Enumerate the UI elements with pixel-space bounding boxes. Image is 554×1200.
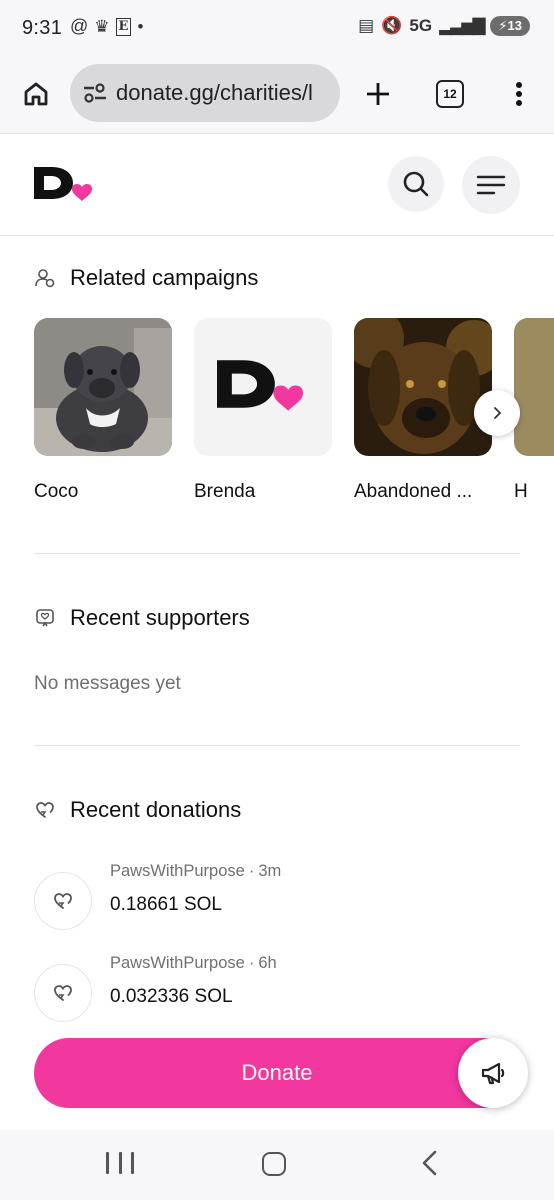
system-nav-bar xyxy=(0,1130,554,1200)
donate-gg-logo-icon xyxy=(34,167,92,201)
related-campaigns-title: Related campaigns xyxy=(70,265,259,290)
search-button[interactable] xyxy=(388,156,444,212)
donation-amount: 0.18661 SOL xyxy=(110,894,222,915)
campaign-thumb-abandoned xyxy=(354,318,492,456)
campaign-label: Brenda xyxy=(194,481,256,502)
search-icon xyxy=(403,171,429,197)
campaign-thumb-brenda xyxy=(194,318,332,456)
recent-supporters-title: Recent supporters xyxy=(70,605,250,630)
tab-switcher-button[interactable]: 12 xyxy=(436,80,464,108)
donation-avatar xyxy=(34,872,92,930)
donate-button[interactable]: Donate xyxy=(34,1038,520,1108)
network-label: 5G xyxy=(409,16,433,35)
divider xyxy=(34,745,520,746)
donor-info: PawsWithPurpose · 3m xyxy=(110,862,282,880)
campaign-card-coco[interactable]: Coco xyxy=(34,318,172,502)
home-icon xyxy=(24,82,48,106)
campaign-card-abandoned[interactable]: Abandoned ... xyxy=(354,318,492,502)
site-logo[interactable] xyxy=(34,167,96,208)
donation-avatar xyxy=(34,964,92,1022)
megaphone-icon xyxy=(481,1062,505,1085)
more-notifications-dot: • xyxy=(137,16,144,36)
battery-indicator: ⚡13 xyxy=(490,16,530,36)
campaign-label: Abandoned ... xyxy=(354,481,473,502)
site-settings-icon[interactable] xyxy=(82,82,108,104)
mute-icon: 🔇 xyxy=(381,16,403,35)
back-chevron-icon xyxy=(422,1150,437,1176)
more-vert-icon xyxy=(516,82,522,106)
menu-button[interactable] xyxy=(462,156,520,214)
donation-amount: 0.032336 SOL xyxy=(110,986,233,1007)
carousel-next-button[interactable] xyxy=(474,390,520,436)
recent-supporters-heading: Recent supporters xyxy=(34,605,250,631)
users-icon xyxy=(34,267,56,289)
signal-icon: ▂▃▅▇ xyxy=(439,16,485,35)
browser-toolbar: donate.gg/charities/l 12 xyxy=(0,58,554,134)
browser-menu-button[interactable] xyxy=(504,74,534,114)
system-icons: ▤ 🔇 5G ▂▃▅▇ ⚡13 xyxy=(358,16,530,36)
sleep-icon: ▤ xyxy=(358,16,375,35)
donation-row: PawsWithPurpose · 6h 0.032336 SOL xyxy=(34,954,520,1022)
status-time: 9:31 xyxy=(22,17,63,39)
site-header xyxy=(0,135,554,236)
campaign-card-partial[interactable]: H xyxy=(514,318,554,502)
campaign-label: Coco xyxy=(34,481,79,502)
app-icon: ♛ xyxy=(94,16,110,36)
dog-photo xyxy=(354,318,492,456)
status-bar: 9:31 @ ♛ E • ▤ 🔇 5G ▂▃▅▇ ⚡13 xyxy=(0,0,554,58)
campaign-thumb-coco xyxy=(34,318,172,456)
promote-button[interactable] xyxy=(458,1038,528,1108)
related-campaigns-heading: Related campaigns xyxy=(34,265,258,291)
donation-heart-icon xyxy=(54,893,72,909)
tab-count: 12 xyxy=(443,87,457,101)
donor-name: PawsWithPurpose xyxy=(110,954,245,972)
system-back-button[interactable] xyxy=(418,1148,442,1178)
chevron-right-icon xyxy=(494,407,502,419)
donor-name: PawsWithPurpose xyxy=(110,862,245,880)
new-tab-button[interactable] xyxy=(358,74,398,114)
battery-level: 13 xyxy=(507,18,522,33)
recent-donations-title: Recent donations xyxy=(70,797,242,822)
donation-time: 6h xyxy=(258,954,277,972)
browser-home-button[interactable] xyxy=(16,74,56,114)
donate-gg-placeholder-logo xyxy=(217,360,304,411)
url-bar[interactable]: donate.gg/charities/l xyxy=(70,64,340,122)
recent-apps-button[interactable] xyxy=(106,1152,134,1176)
donation-heart-icon xyxy=(54,985,72,1001)
divider xyxy=(34,553,520,554)
campaign-label: H xyxy=(514,481,528,502)
message-heart-icon xyxy=(34,607,56,629)
campaign-thumb-partial xyxy=(514,318,554,456)
donation-heart-icon xyxy=(34,799,56,821)
url-text: donate.gg/charities/l xyxy=(116,80,313,105)
donation-time: 3m xyxy=(258,862,282,880)
puppy-photo xyxy=(34,318,172,456)
notification-icons: @ ♛ E • xyxy=(70,16,143,37)
threads-icon: @ xyxy=(70,16,89,36)
donation-row: PawsWithPurpose · 3m 0.18661 SOL xyxy=(34,862,520,930)
news-icon: E xyxy=(115,17,132,36)
recent-donations-heading: Recent donations xyxy=(34,797,241,823)
hamburger-icon xyxy=(476,175,506,195)
campaign-card-brenda[interactable]: Brenda xyxy=(194,318,332,502)
plus-icon xyxy=(367,83,389,105)
no-messages-text: No messages yet xyxy=(34,673,181,694)
system-home-button[interactable] xyxy=(262,1152,286,1176)
donor-info: PawsWithPurpose · 6h xyxy=(110,954,277,972)
